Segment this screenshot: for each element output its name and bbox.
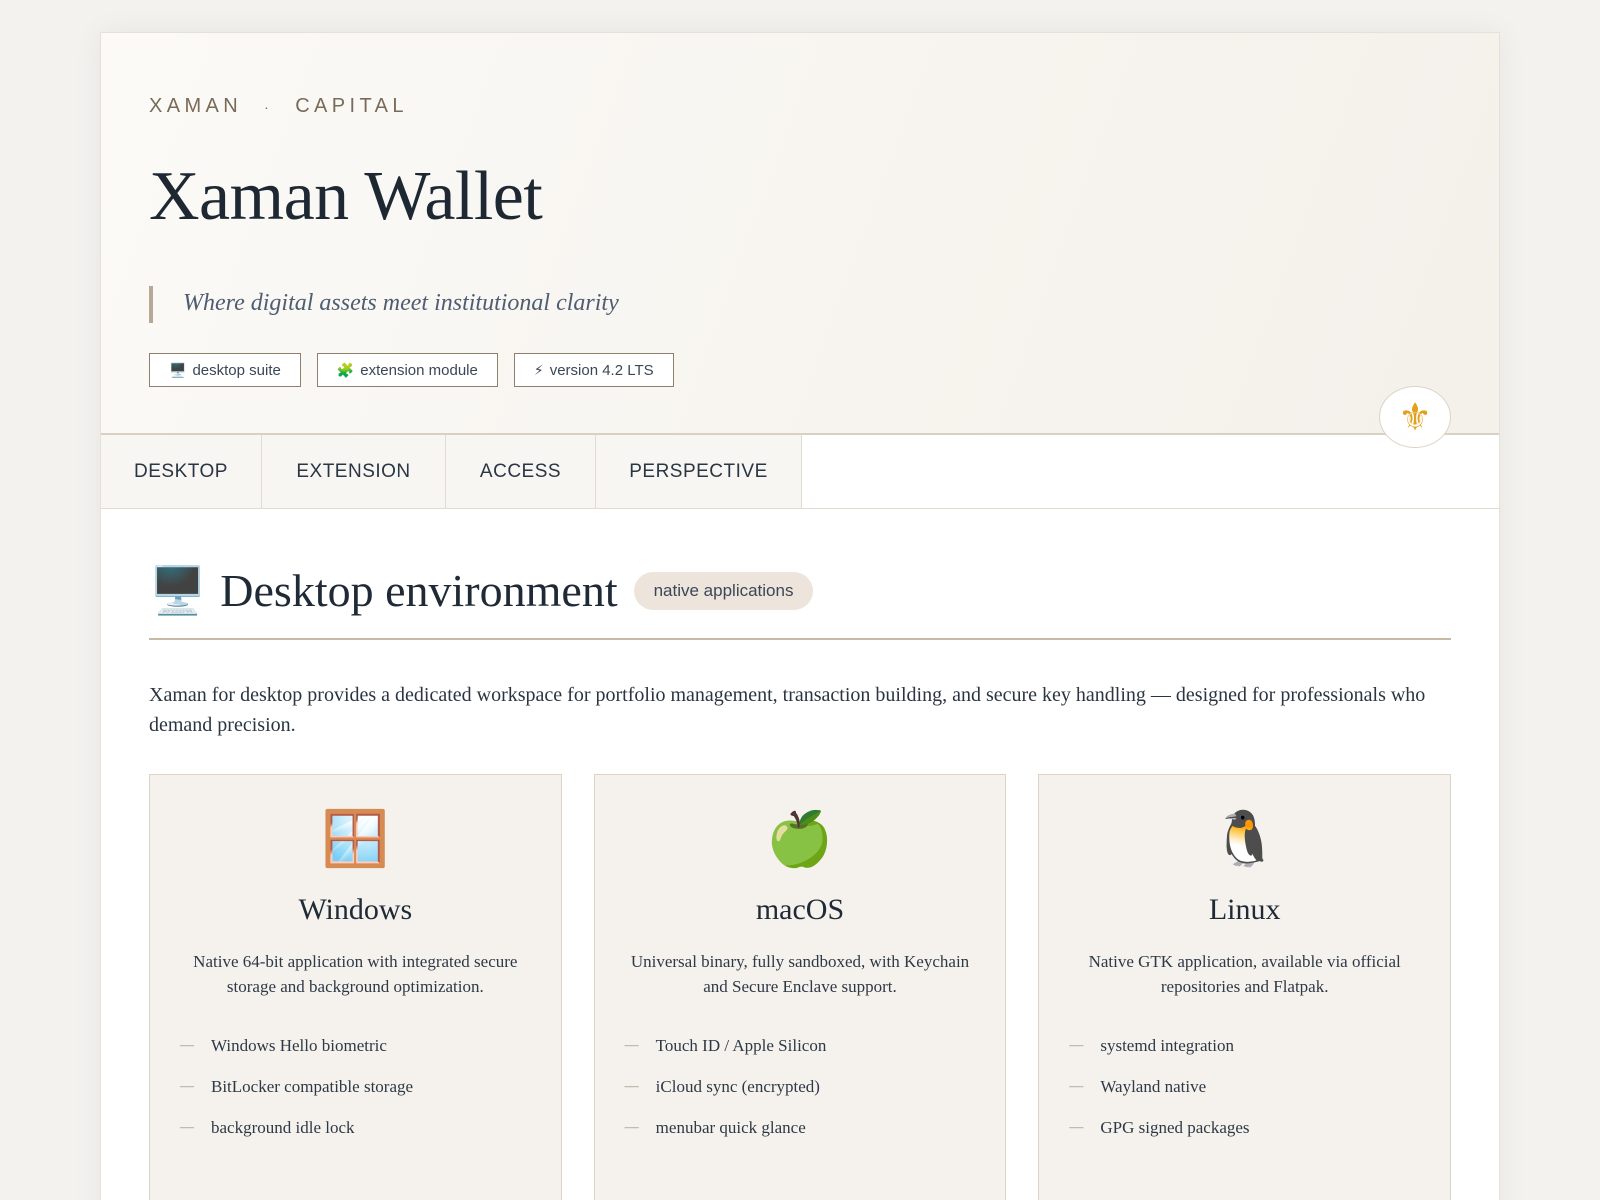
card-description: Native GTK application, available via of… [1088, 952, 1401, 996]
badge-label: desktop suite [192, 361, 281, 379]
card-title: Linux [1208, 893, 1281, 926]
list-item: — Wayland native [1069, 1066, 1420, 1107]
list-item: — iCloud sync (encrypted) [625, 1066, 976, 1107]
feature-text: Wayland native [1100, 1076, 1207, 1096]
dash-icon: — [180, 1078, 194, 1094]
platform-cards: 🪟 Windows Native 64-bit application with… [149, 774, 1452, 1200]
dash-icon: — [1069, 1119, 1084, 1135]
dash-icon: — [624, 1119, 639, 1135]
apple-icon: 🍏 [766, 807, 834, 870]
hero-header: XAMAN · CAPITAL Xaman Wallet Where digit… [101, 33, 1499, 448]
list-item: — systemd integration [1069, 1025, 1420, 1066]
card-windows: 🪟 Windows Native 64-bit application with… [149, 774, 562, 1200]
brand-separator: · [264, 98, 274, 115]
brand-name: XAMAN [149, 95, 243, 117]
tab-access[interactable]: ACCESS [446, 435, 596, 508]
section-pill: native applications [633, 571, 814, 610]
dash-icon: — [180, 1037, 194, 1053]
feature-list: — systemd integration — Wayland native — GP… [1069, 1025, 1420, 1148]
dash-icon: — [180, 1119, 194, 1135]
tab-desktop[interactable]: DESKTOP [101, 435, 262, 508]
feature-text: GPG signed packages [1100, 1117, 1250, 1137]
feature-text: background idle lock [211, 1117, 355, 1137]
feature-text: Touch ID / Apple Silicon [655, 1035, 827, 1055]
window-icon: 🪟 [321, 807, 389, 870]
list-item: — Windows Hello biometric [180, 1025, 531, 1066]
badge-version: ⚡ version 4.2 LTS [513, 353, 674, 387]
penguin-icon: 🐧 [1211, 807, 1279, 870]
badge-row: 🖥️ desktop suite 🧩 extension module ⚡ ve… [149, 353, 1451, 387]
main-content: 🖥️ Desktop environment native applicatio… [101, 509, 1499, 1200]
section-header: 🖥️ Desktop environment native applicatio… [149, 563, 1451, 640]
dash-icon: — [624, 1037, 639, 1053]
badge-extension-module: 🧩 extension module [316, 353, 498, 387]
feature-text: Windows Hello biometric [211, 1035, 387, 1055]
tagline: Where digital assets meet institutional … [149, 286, 1451, 323]
badge-label: version 4.2 LTS [549, 361, 654, 379]
dash-icon: — [1069, 1037, 1084, 1053]
tab-perspective[interactable]: PERSPECTIVE [596, 435, 802, 508]
lightning-icon: ⚡ [533, 361, 544, 378]
list-item: — Touch ID / Apple Silicon [625, 1025, 976, 1066]
dash-icon: — [1069, 1078, 1084, 1094]
puzzle-icon: 🧩 [336, 361, 355, 378]
tab-bar: DESKTOP EXTENSION ACCESS PERSPECTIVE [101, 435, 1499, 509]
feature-list: — Windows Hello biometric — BitLocker comp… [180, 1025, 531, 1148]
badge-label: extension module [360, 361, 478, 379]
tab-extension[interactable]: EXTENSION [262, 435, 446, 508]
card-linux: 🐧 Linux Native GTK application, availabl… [1038, 774, 1452, 1200]
badge-desktop-suite: 🖥️ desktop suite [149, 353, 301, 387]
desktop-icon: 🖥️ [169, 361, 187, 378]
section-title: Desktop environment [220, 565, 618, 616]
list-item: — menubar quick glance [625, 1107, 976, 1148]
brand-line: XAMAN · CAPITAL [149, 95, 1451, 118]
feature-text: BitLocker compatible storage [211, 1076, 414, 1096]
card-macos: 🍏 macOS Universal binary, fully sandboxe… [593, 774, 1007, 1200]
card-description: Native 64-bit application with integrate… [193, 952, 518, 996]
feature-text: systemd integration [1100, 1035, 1234, 1055]
brand-division: CAPITAL [295, 95, 408, 117]
page-container: XAMAN · CAPITAL Xaman Wallet Where digit… [100, 32, 1500, 1200]
feature-text: menubar quick glance [655, 1117, 806, 1137]
feature-list: — Touch ID / Apple Silicon — iCloud sync (… [625, 1025, 976, 1148]
feature-text: iCloud sync (encrypted) [655, 1076, 820, 1096]
dash-icon: — [624, 1078, 639, 1094]
card-title: Windows [298, 893, 413, 926]
list-item: — BitLocker compatible storage [180, 1066, 531, 1107]
tab-bar-spacer [802, 435, 1499, 508]
list-item: — GPG signed packages [1069, 1107, 1420, 1148]
page-title: Xaman Wallet [149, 158, 543, 235]
list-item: — background idle lock [180, 1107, 531, 1148]
card-description: Universal binary, fully sandboxed, with … [630, 952, 970, 996]
monitor-icon: 🖥️ [149, 563, 207, 617]
fleur-de-lis-icon: ⚜ [1379, 386, 1451, 448]
card-title: macOS [755, 893, 845, 926]
section-intro: Xaman for desktop provides a dedicated w… [149, 684, 1426, 736]
